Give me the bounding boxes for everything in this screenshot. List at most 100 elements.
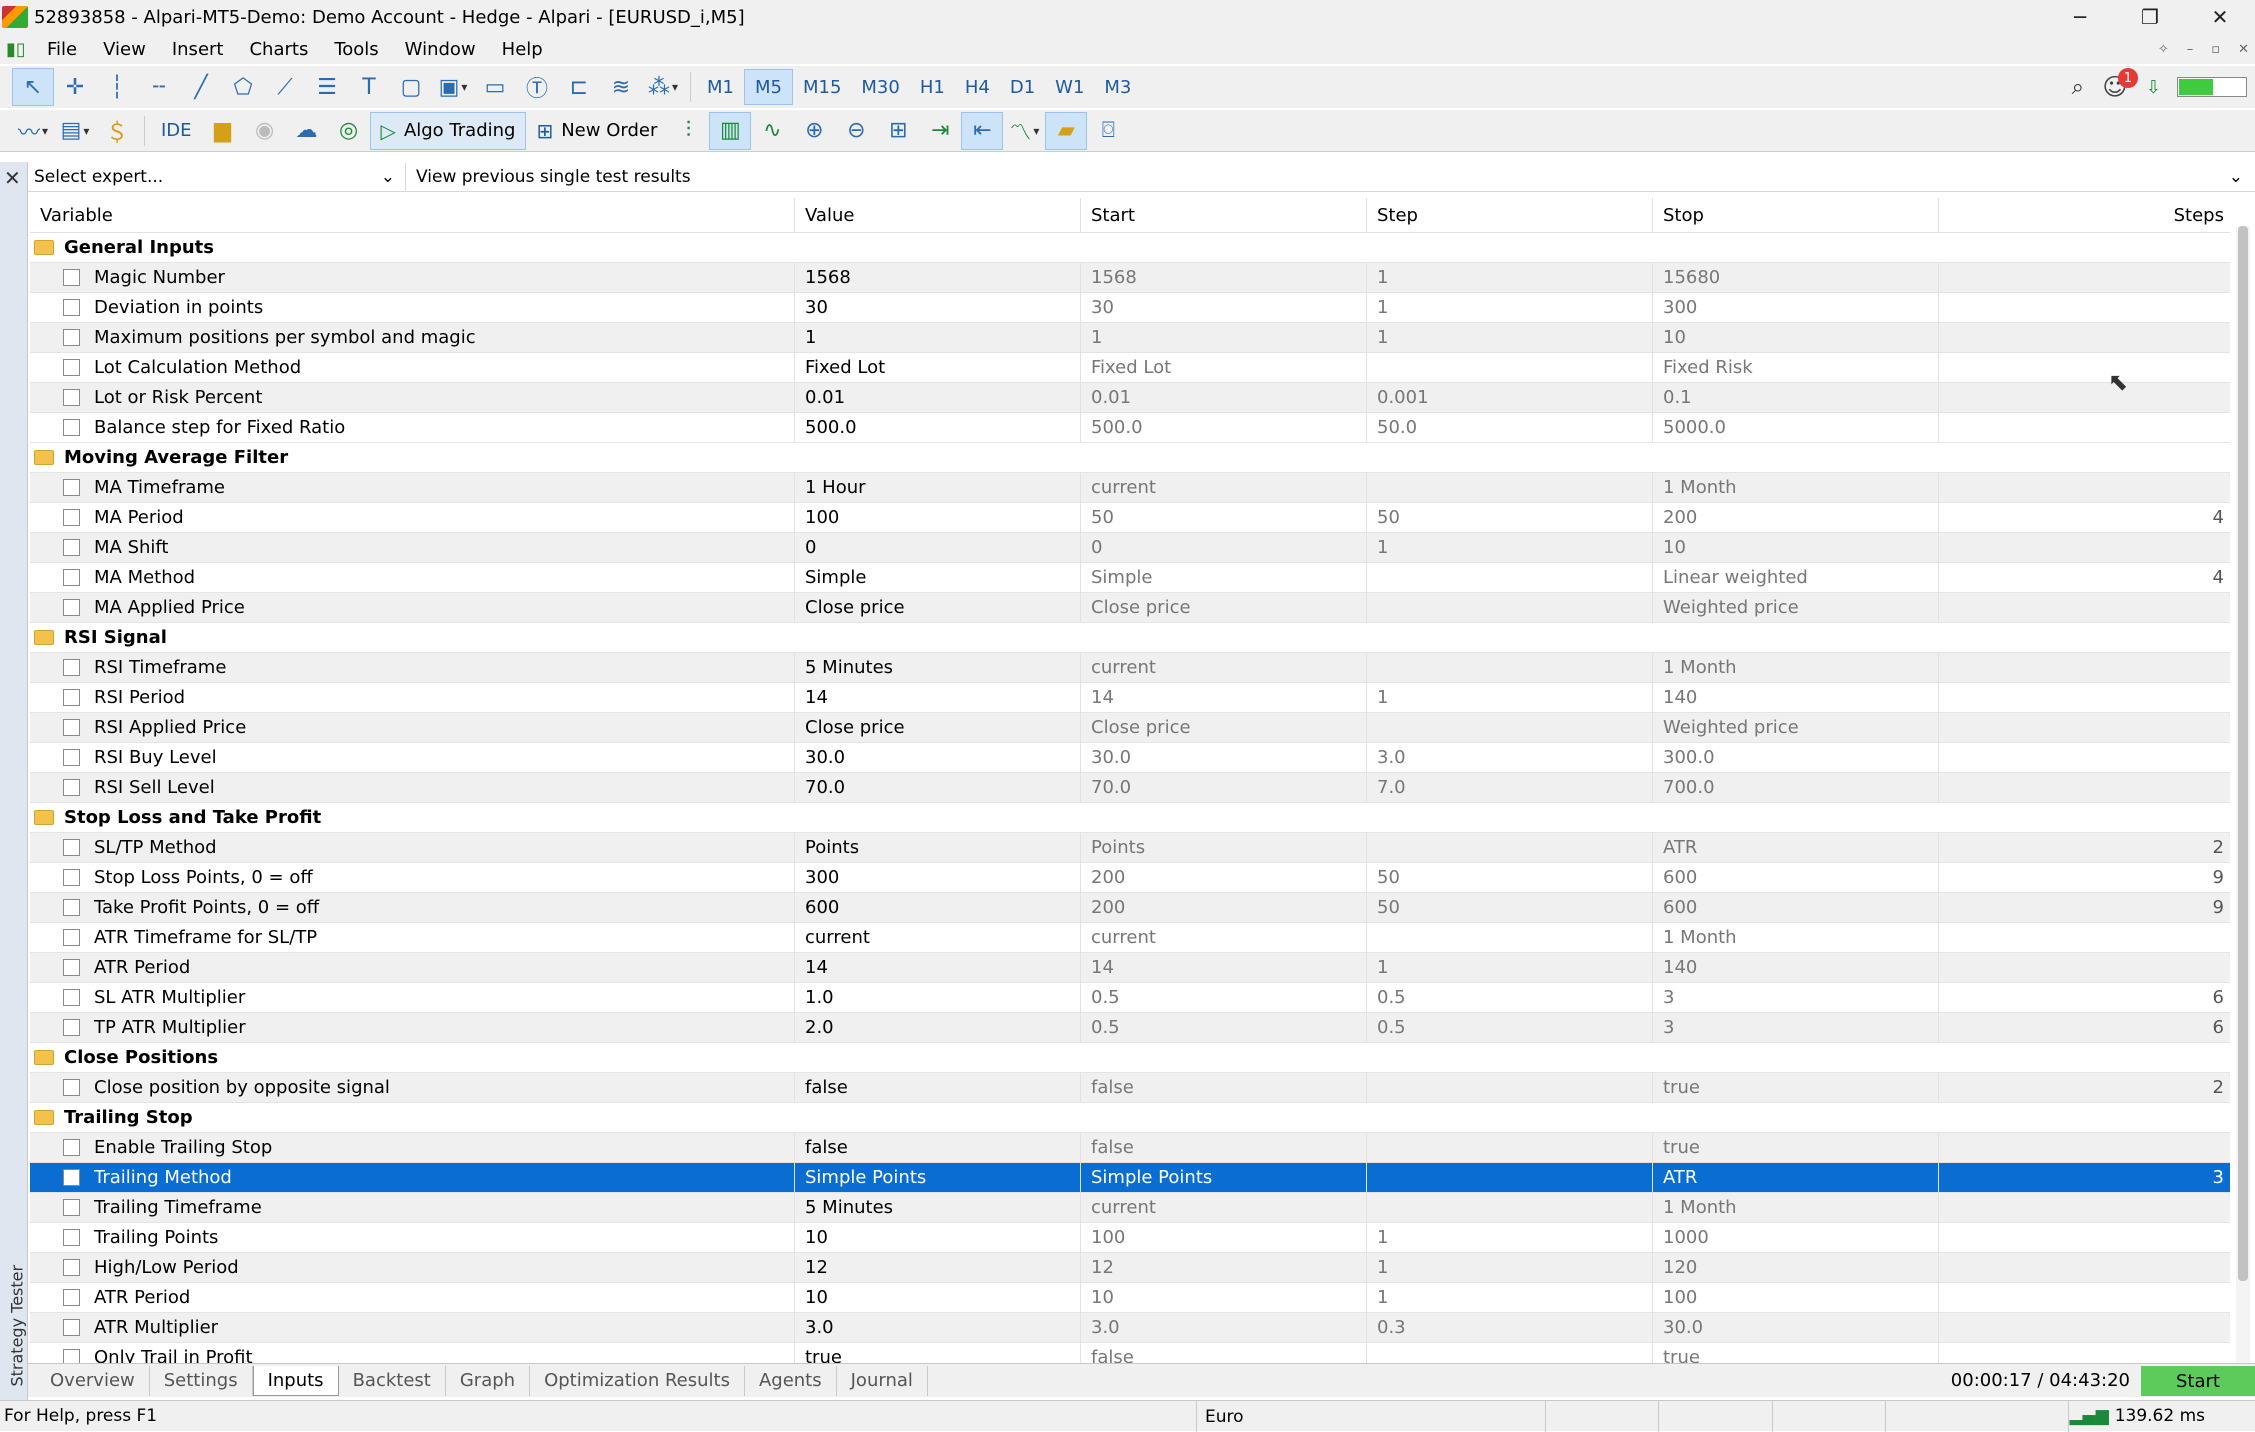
table-row[interactable]: MA Timeframe 1 Hour current 1 Month [30,472,2230,503]
step-cell[interactable]: 0.5 [1367,982,1653,1013]
step-cell[interactable] [1367,712,1653,743]
stop-cell[interactable]: 100 [1653,1282,1939,1313]
callout-icon[interactable]: ⊏ [558,68,600,106]
table-row[interactable]: RSI Buy Level 30.0 30.0 3.0 300.0 [30,742,2230,773]
optimize-checkbox[interactable] [63,269,80,286]
group-row[interactable]: General Inputs [30,233,2230,263]
shapes-icon[interactable]: ⬠ [222,68,264,106]
stop-cell[interactable]: 140 [1653,682,1939,713]
value-cell[interactable]: Fixed Lot [795,352,1081,383]
table-row[interactable]: MA Shift 0 0 1 10 [30,532,2230,563]
start-cell[interactable]: 0.5 [1081,982,1367,1013]
value-cell[interactable]: 300 [795,862,1081,893]
value-cell[interactable]: Close price [795,592,1081,623]
value-cell[interactable]: 500.0 [795,412,1081,443]
tab-overview[interactable]: Overview [36,1365,150,1396]
step-cell[interactable] [1367,592,1653,623]
table-row[interactable]: Balance step for Fixed Ratio 500.0 500.0 50… [30,412,2230,443]
mdi-pin-icon[interactable]: ✧ [2158,42,2169,57]
test-results-select[interactable]: View previous single test results ⌄ [406,167,2255,187]
channel-icon[interactable]: ☰ [306,68,348,106]
mdi-restore-icon[interactable]: ▫ [2211,42,2220,57]
column-header-step[interactable]: Step [1367,198,1653,232]
table-row[interactable]: Close position by opposite signal false fa… [30,1072,2230,1103]
optimize-checkbox[interactable] [63,839,80,856]
timeframe-d1[interactable]: D1 [1000,69,1045,105]
optimize-checkbox[interactable] [63,419,80,436]
stop-cell[interactable]: ATR [1653,832,1939,863]
optimize-checkbox[interactable] [63,509,80,526]
start-cell[interactable]: 100 [1081,1222,1367,1253]
strategy-tester-tab[interactable]: Strategy Tester [8,1265,27,1387]
optimize-checkbox[interactable] [63,359,80,376]
value-cell[interactable]: false [795,1072,1081,1103]
value-cell[interactable]: true [795,1342,1081,1363]
objects-icon[interactable]: ⁂ [642,68,684,106]
step-cell[interactable]: 1 [1367,322,1653,353]
timeframe-m5[interactable]: M5 [743,69,793,105]
optimize-checkbox[interactable] [63,689,80,706]
step-cell[interactable]: 50.0 [1367,412,1653,443]
stop-cell[interactable]: true [1653,1072,1939,1103]
stop-cell[interactable]: 600 [1653,862,1939,893]
optimize-checkbox[interactable] [63,599,80,616]
value-cell[interactable]: 14 [795,682,1081,713]
stop-cell[interactable]: 1 Month [1653,472,1939,503]
table-row[interactable]: ATR Period 10 10 1 100 [30,1282,2230,1313]
stop-cell[interactable]: Weighted price [1653,712,1939,743]
value-cell[interactable]: 10 [795,1222,1081,1253]
value-cell[interactable]: 1 [795,322,1081,353]
text-label-icon[interactable]: Ⓣ [516,68,558,106]
timeframe-m30[interactable]: M30 [851,69,909,105]
optimize-checkbox[interactable] [63,1349,80,1363]
gann-icon[interactable]: ≋ [600,68,642,106]
tile-windows-icon[interactable]: ⊞ [877,112,919,150]
market-icon[interactable]: ＄ [96,112,138,150]
step-cell[interactable] [1367,1132,1653,1163]
group-row[interactable]: RSI Signal [30,623,2230,653]
stop-cell[interactable]: true [1653,1132,1939,1163]
value-cell[interactable]: 30 [795,292,1081,323]
column-header-variable[interactable]: Variable [30,198,795,232]
column-header-stop[interactable]: Stop [1653,198,1939,232]
start-cell[interactable]: 14 [1081,952,1367,983]
table-row[interactable]: High/Low Period 12 12 1 120 [30,1252,2230,1283]
column-header-value[interactable]: Value [795,198,1081,232]
optimize-checkbox[interactable] [63,929,80,946]
value-cell[interactable]: Points [795,832,1081,863]
optimize-checkbox[interactable] [63,1199,80,1216]
optimize-checkbox[interactable] [63,1289,80,1306]
stop-cell[interactable]: true [1653,1342,1939,1363]
cloud-icon[interactable]: ☁ [286,112,328,150]
optimize-checkbox[interactable] [63,1259,80,1276]
start-cell[interactable]: 0 [1081,532,1367,563]
value-cell[interactable]: Simple Points [795,1162,1081,1193]
search-icon[interactable]: ⌕ [2072,75,2084,100]
table-row[interactable]: SL ATR Multiplier 1.0 0.5 0.5 3 6 [30,982,2230,1013]
tab-optimization-results[interactable]: Optimization Results [530,1365,745,1396]
optimize-checkbox[interactable] [63,299,80,316]
tab-journal[interactable]: Journal [837,1365,928,1396]
column-header-start[interactable]: Start [1081,198,1367,232]
screenshot-icon[interactable]: ⌼ [1087,112,1129,150]
step-cell[interactable]: 1 [1367,682,1653,713]
start-cell[interactable]: Simple Points [1081,1162,1367,1193]
auto-scroll-icon[interactable]: ⇥ [919,112,961,150]
new-order-button[interactable]: ⊞ New Order [526,112,667,150]
stop-cell[interactable]: 1 Month [1653,652,1939,683]
menu-window[interactable]: Window [392,34,489,64]
value-cell[interactable]: 1.0 [795,982,1081,1013]
restore-button[interactable]: ❐ [2115,0,2185,34]
table-row[interactable]: RSI Applied Price Close price Close price W… [30,712,2230,743]
menu-charts[interactable]: Charts [236,34,321,64]
optimize-checkbox[interactable] [63,659,80,676]
mdi-minimize-icon[interactable]: – [2187,42,2194,57]
crosshair-tool-icon[interactable]: ✛ [54,68,96,106]
folders-icon[interactable]: ▰ [1045,111,1088,150]
stop-cell[interactable]: 5000.0 [1653,412,1939,443]
zoom-out-icon[interactable]: ⊖ [835,112,877,150]
tab-agents[interactable]: Agents [745,1365,837,1396]
stop-cell[interactable]: 3 [1653,1012,1939,1043]
step-cell[interactable]: 1 [1367,1252,1653,1283]
step-cell[interactable] [1367,352,1653,383]
